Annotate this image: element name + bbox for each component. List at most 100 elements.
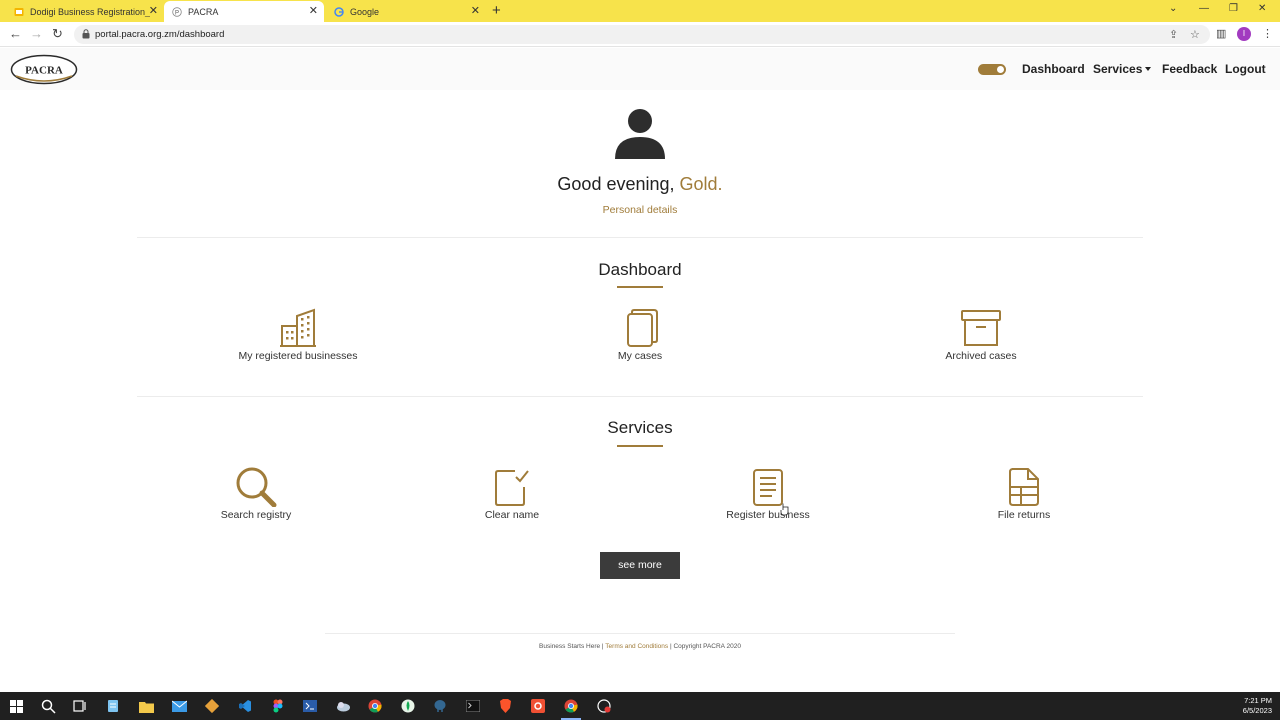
pacra-favicon-icon: P [172, 6, 182, 17]
mongodb-icon[interactable] [400, 698, 416, 714]
system-clock[interactable]: 7:21 PM 6/5/2023 [1243, 696, 1272, 716]
caret-down-icon [1145, 67, 1152, 71]
recorder-icon[interactable] [596, 698, 612, 714]
side-panel-icon[interactable]: ▥ [1216, 28, 1226, 40]
tab-title: Google [350, 6, 380, 17]
title-underline [617, 445, 663, 447]
nav-logout[interactable]: Logout [1225, 62, 1266, 76]
back-arrow-icon[interactable]: ← [9, 27, 22, 41]
archive-box-icon [961, 310, 1001, 346]
tab-search-chevron-icon[interactable]: ⌄ [1169, 3, 1177, 14]
vscode-icon[interactable] [237, 698, 253, 714]
task-view-icon[interactable] [72, 698, 88, 714]
service-register-business[interactable]: Register business [668, 467, 868, 521]
personal-details-link[interactable]: Personal details [0, 204, 1280, 216]
service-search-registry[interactable]: Search registry [156, 467, 356, 521]
site-header: PACRA Dashboard Services Feedback Logout [0, 48, 1280, 90]
url-field[interactable]: portal.pacra.org.zm/dashboard ⇪ ☆ [74, 25, 1210, 44]
chrome-icon[interactable] [367, 698, 383, 714]
close-icon[interactable]: ✕ [471, 5, 480, 17]
footer-copyright: Copyright PACRA 2020 [673, 643, 741, 650]
google-icon [334, 6, 344, 17]
item-label: Search registry [220, 509, 292, 521]
item-label: Register business [726, 509, 810, 521]
item-label: Clear name [484, 509, 540, 521]
new-tab-plus-icon[interactable]: + [492, 3, 501, 18]
forward-arrow-icon[interactable]: → [30, 27, 43, 41]
greeting-text: Good evening, [557, 174, 675, 194]
mail-app-icon[interactable] [171, 698, 187, 714]
minimize-icon[interactable]: — [1199, 3, 1209, 14]
check-square-icon [495, 470, 529, 506]
nav-services[interactable]: Services [1093, 62, 1152, 76]
item-label: My cases [617, 350, 663, 362]
logo-text: PACRA [25, 65, 63, 77]
footer: Business Starts Here | Terms and Conditi… [0, 643, 1280, 650]
clock-time: 7:21 PM [1244, 696, 1272, 705]
dashboard-item-registered-businesses[interactable]: My registered businesses [198, 308, 398, 362]
item-label: Archived cases [945, 350, 1017, 362]
tab-title: Dodigi Business Registration_ZM [30, 6, 150, 17]
item-label: My registered businesses [238, 350, 358, 362]
window-close-icon[interactable]: ✕ [1258, 3, 1266, 14]
service-clear-name[interactable]: Clear name [412, 467, 612, 521]
service-file-returns[interactable]: File returns [924, 467, 1124, 521]
nav-services-label: Services [1093, 62, 1143, 76]
tab-title: PACRA [188, 6, 219, 17]
see-more-button[interactable]: see more [600, 552, 680, 579]
browser-menu-icon[interactable]: ⋮ [1262, 27, 1273, 40]
file-table-icon [1009, 468, 1039, 506]
close-icon[interactable]: ✕ [309, 5, 318, 17]
chrome-profile-icon[interactable] [563, 698, 579, 714]
mouse-cursor-icon [780, 503, 789, 516]
git-gui-icon[interactable] [530, 698, 546, 714]
close-icon[interactable]: ✕ [149, 5, 158, 17]
svg-text:P: P [175, 10, 179, 16]
tab-dodigi[interactable]: Dodigi Business Registration_ZM ✕ [6, 1, 164, 22]
windows-taskbar: 7:21 PM 6/5/2023 [0, 692, 1280, 720]
search-icon[interactable] [40, 698, 56, 714]
reload-icon[interactable]: ↻ [52, 27, 63, 41]
tab-google[interactable]: Google ✕ [326, 1, 486, 22]
title-underline [617, 286, 663, 288]
dashboard-title: Dashboard [598, 260, 682, 279]
services-title: Services [607, 418, 673, 437]
cases-icon [627, 309, 658, 347]
nav-dashboard[interactable]: Dashboard [1022, 62, 1085, 76]
cloud-app-icon[interactable] [335, 698, 351, 714]
slides-icon [14, 7, 24, 16]
dashboard-page: Good evening, Gold. Personal details Das… [0, 90, 1280, 692]
browser-tab-bar: Dodigi Business Registration_ZM ✕ P PACR… [0, 0, 1280, 22]
tab-pacra[interactable]: P PACRA ✕ [164, 1, 324, 22]
building-icon [280, 308, 316, 347]
dashboard-item-my-cases[interactable]: My cases [540, 308, 740, 362]
greeting: Good evening, Gold. [0, 174, 1280, 195]
search-icon [236, 467, 277, 507]
brave-icon[interactable] [497, 698, 513, 714]
nav-feedback[interactable]: Feedback [1162, 62, 1217, 76]
footer-divider [325, 633, 955, 634]
item-label: File returns [997, 509, 1051, 521]
terms-link[interactable]: Terms and Conditions [605, 643, 668, 650]
windows-start-icon[interactable] [8, 698, 24, 714]
dashboard-item-archived-cases[interactable]: Archived cases [881, 308, 1081, 362]
pacra-logo[interactable]: PACRA [10, 54, 78, 85]
figma-icon[interactable] [270, 698, 286, 714]
user-avatar-icon [615, 109, 665, 159]
bookmark-star-icon[interactable]: ☆ [1190, 28, 1200, 41]
file-explorer-icon[interactable] [138, 698, 154, 714]
powershell-icon[interactable] [302, 698, 318, 714]
terminal-icon[interactable] [465, 698, 481, 714]
profile-avatar[interactable]: I [1237, 27, 1251, 41]
lock-icon [82, 29, 90, 39]
restore-icon[interactable]: ❐ [1229, 3, 1238, 14]
document-icon [753, 469, 783, 506]
divider [137, 237, 1143, 238]
postgres-icon[interactable] [432, 698, 448, 714]
divider [137, 396, 1143, 397]
theme-toggle[interactable] [978, 64, 1006, 75]
footer-tagline: Business Starts Here [539, 643, 601, 650]
notepad-app-icon[interactable] [105, 698, 121, 714]
share-icon[interactable]: ⇪ [1169, 28, 1178, 41]
git-app-icon[interactable] [204, 698, 220, 714]
